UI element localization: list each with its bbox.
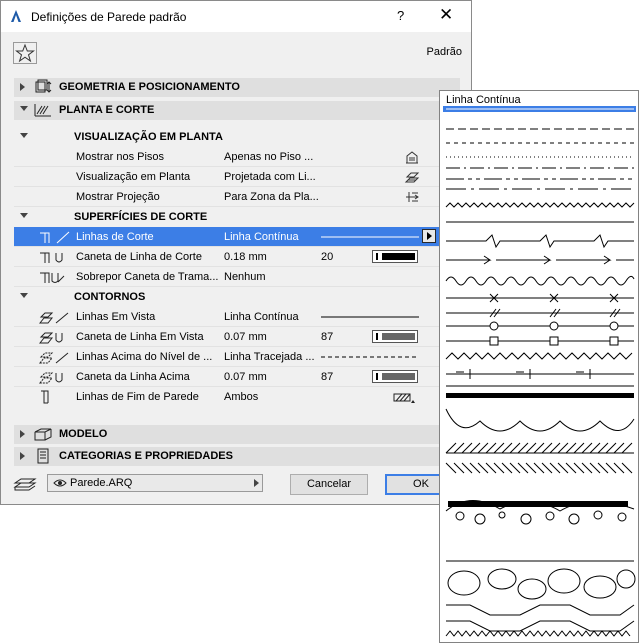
setting-value[interactable]: Apenas no Piso ... [224, 151, 318, 163]
group-outlines-label: CONTORNOS [74, 291, 146, 303]
eye-icon [53, 479, 67, 487]
model-icon [34, 428, 52, 441]
pen-color-swatch[interactable] [372, 370, 418, 383]
section-plan-and-section[interactable]: PLANTA E CORTE [14, 101, 460, 120]
preset-label: Padrão [426, 46, 462, 58]
line-type-preview [321, 356, 419, 358]
setting-row-selected[interactable]: Linhas de Corte Linha Contínua [14, 227, 460, 247]
section-categories-label: CATEGORIAS E PROPRIEDADES [59, 450, 233, 462]
help-button[interactable]: ? [397, 8, 404, 23]
setting-row[interactable]: Caneta de Linha Em Vista 0.07 mm 87 [14, 327, 460, 347]
pen-color-swatch[interactable] [372, 330, 418, 343]
chevron-right-icon [427, 232, 432, 240]
setting-name: Caneta da Linha Acima [76, 371, 190, 383]
group-outlines[interactable]: CONTORNOS [14, 287, 460, 307]
wall-end-lines-icon [41, 390, 49, 404]
section-model-label: MODELO [59, 428, 108, 440]
setting-value[interactable]: 0.18 mm [224, 251, 318, 263]
setting-row[interactable]: Linhas de Fim de Parede Ambos [14, 387, 460, 407]
setting-row[interactable]: Mostrar nos Pisos Apenas no Piso ... [14, 147, 460, 167]
setting-row[interactable]: Caneta de Linha de Corte 0.18 mm 20 [14, 247, 460, 267]
line-type-popup[interactable]: Linha Contínua [439, 90, 639, 643]
projection-icon [406, 192, 419, 202]
layer-settings-icon[interactable] [13, 475, 37, 493]
chevron-right-icon [254, 479, 259, 487]
collapse-arrow-icon [20, 106, 28, 111]
categories-icon [37, 448, 49, 464]
setting-row[interactable]: Linhas Em Vista Linha Contínua [14, 307, 460, 327]
setting-value[interactable]: Projetada com Li... [224, 171, 318, 183]
geometry-icon [35, 79, 52, 93]
setting-row[interactable]: Mostrar Projeção Para Zona da Pla... [14, 187, 460, 207]
overhead-lines-icon [38, 352, 69, 364]
uncut-pen-icon [38, 332, 63, 344]
section-plan-label: PLANTA E CORTE [59, 104, 155, 116]
pen-number: 87 [321, 331, 334, 343]
pen-number: 20 [321, 251, 334, 263]
group-plan-view[interactable]: VISUALIZAÇÃO EM PLANTA [14, 127, 460, 147]
setting-row[interactable]: Sobrepor Caneta de Trama... Nenhum [14, 267, 460, 287]
setting-name: Mostrar nos Pisos [76, 151, 165, 163]
layer-name: Parede.ARQ [70, 477, 133, 489]
close-button[interactable]: ✕ [439, 5, 453, 25]
section-geometry-label: GEOMETRIA E POSICIONAMENTO [59, 81, 240, 93]
favorites-button[interactable] [13, 42, 37, 64]
setting-value[interactable]: 0.07 mm [224, 331, 318, 343]
override-fill-pen-icon [40, 272, 65, 283]
cut-pen-icon [40, 252, 63, 263]
line-type-preview [321, 316, 419, 318]
window-title: Definições de Parede padrão [31, 10, 187, 24]
expand-arrow-icon [20, 430, 25, 438]
floor-display-icon [406, 151, 418, 164]
pen-color-swatch[interactable] [372, 250, 418, 263]
setting-name: Sobrepor Caneta de Trama... [76, 271, 219, 283]
pen-number: 87 [321, 371, 334, 383]
uncut-lines-icon [38, 312, 69, 324]
line-type-list[interactable] [440, 91, 638, 642]
setting-name: Linhas Em Vista [76, 311, 156, 323]
setting-name: Linhas de Corte [76, 231, 154, 243]
overhead-pen-icon [38, 372, 63, 384]
star-icon [15, 43, 35, 63]
collapse-arrow-icon [20, 213, 28, 218]
setting-value[interactable]: Linha Tracejada ... [224, 351, 318, 363]
projected-view-icon [404, 172, 420, 183]
wall-settings-dialog: Definições de Parede padrão ? ✕ Padrão G… [0, 0, 472, 505]
setting-row[interactable]: Linhas Acima do Nível de ... Linha Trace… [14, 347, 460, 367]
line-type-preview [321, 236, 419, 238]
setting-name: Visualização em Planta [76, 171, 191, 183]
setting-name: Caneta de Linha de Corte [76, 251, 202, 263]
setting-value[interactable]: Linha Contínua [224, 311, 318, 323]
setting-name: Linhas Acima do Nível de ... [76, 351, 213, 363]
cancel-button[interactable]: Cancelar [290, 474, 368, 495]
setting-name: Linhas de Fim de Parede [76, 391, 199, 403]
section-model[interactable]: MODELO [14, 425, 460, 444]
expand-arrow-icon [20, 452, 25, 460]
setting-value[interactable]: Para Zona da Pla... [224, 191, 318, 203]
cut-line-icon [40, 231, 70, 244]
collapse-arrow-icon [20, 293, 28, 298]
setting-row[interactable]: Visualização em Planta Projetada com Li.… [14, 167, 460, 187]
setting-value[interactable]: Nenhum [224, 271, 318, 283]
title-bar: Definições de Parede padrão ? ✕ [1, 1, 471, 32]
section-geometry[interactable]: GEOMETRIA E POSICIONAMENTO [14, 78, 460, 97]
wall-end-icon [393, 393, 415, 403]
setting-name: Caneta de Linha Em Vista [76, 331, 204, 343]
collapse-arrow-icon [20, 133, 28, 138]
setting-name: Mostrar Projeção [76, 191, 160, 203]
setting-row[interactable]: Caneta da Linha Acima 0.07 mm 87 [14, 367, 460, 387]
expand-arrow-icon [20, 83, 25, 91]
layer-dropdown[interactable]: Parede.ARQ [47, 474, 263, 492]
line-type-dropdown-button[interactable] [422, 229, 436, 243]
section-categories[interactable]: CATEGORIAS E PROPRIEDADES [14, 447, 460, 466]
setting-value[interactable]: Linha Contínua [224, 231, 318, 243]
group-cut-surfaces[interactable]: SUPERFÍCIES DE CORTE [14, 207, 460, 227]
group-cut-surfaces-label: SUPERFÍCIES DE CORTE [74, 211, 208, 223]
group-plan-view-label: VISUALIZAÇÃO EM PLANTA [74, 131, 223, 143]
archicad-app-icon [11, 10, 21, 22]
floor-plan-icon [34, 104, 51, 117]
setting-value[interactable]: 0.07 mm [224, 371, 318, 383]
setting-value[interactable]: Ambos [224, 391, 318, 403]
